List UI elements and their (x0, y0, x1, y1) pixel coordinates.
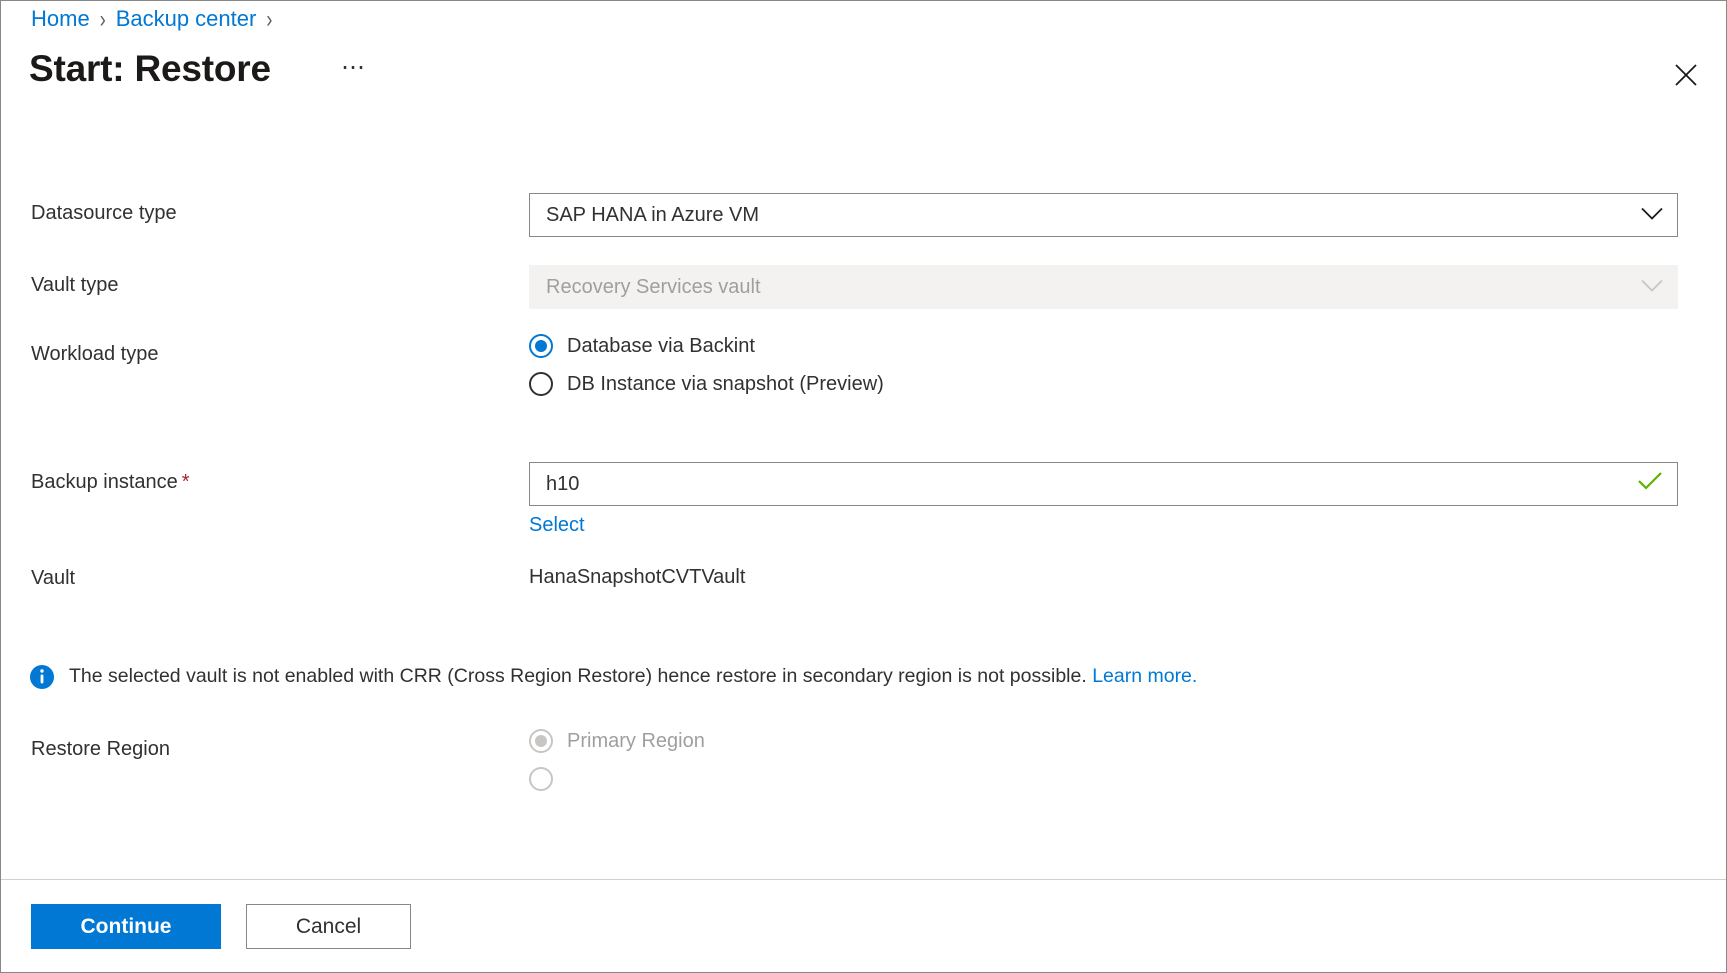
more-options-button[interactable]: ⋯ (337, 54, 371, 92)
page-title: Start: Restore (29, 48, 271, 89)
cancel-button[interactable]: Cancel (246, 904, 411, 949)
radio-label: Database via Backint (567, 334, 755, 357)
breadcrumb: Home › Backup center › (31, 4, 273, 32)
ellipsis-icon: ⋯ (341, 54, 367, 81)
check-icon (1637, 471, 1663, 497)
backup-instance-label: Backup instance * (31, 471, 190, 494)
radio-icon (529, 372, 553, 396)
chevron-right-icon: › (266, 4, 273, 32)
workload-type-label: Workload type (31, 343, 159, 365)
radio-icon (529, 334, 553, 358)
start-restore-blade: Home › Backup center › Start: Restore ⋯ … (0, 0, 1727, 973)
workload-type-radio-group: Database via Backint DB Instance via sna… (529, 334, 1678, 396)
radio-label: DB Instance via snapshot (Preview) (567, 372, 884, 395)
breadcrumb-item-backup-center[interactable]: Backup center (116, 6, 257, 32)
datasource-type-value: SAP HANA in Azure VM (546, 203, 760, 226)
backup-instance-label-text: Backup instance (31, 471, 178, 493)
restore-region-radio-group: Primary Region (529, 729, 1678, 791)
workload-type-option-db-instance-via-snapshot[interactable]: DB Instance via snapshot (Preview) (529, 372, 1678, 396)
datasource-type-dropdown[interactable]: SAP HANA in Azure VM (529, 193, 1678, 237)
restore-form: Datasource type SAP HANA in Azure VM Vau… (1, 151, 1726, 879)
vault-type-value: Recovery Services vault (546, 275, 761, 298)
restore-region-option-secondary-region[interactable] (529, 767, 1678, 791)
radio-icon (529, 729, 553, 753)
continue-button[interactable]: Continue (31, 904, 221, 949)
vault-value: HanaSnapshotCVTVault (529, 566, 746, 588)
chevron-down-icon (1641, 204, 1663, 227)
breadcrumb-item-home[interactable]: Home (31, 6, 90, 32)
backup-instance-input[interactable]: h10 (529, 462, 1678, 506)
vault-label: Vault (31, 567, 76, 589)
required-asterisk: * (181, 471, 190, 493)
crr-info-banner: The selected vault is not enabled with C… (29, 663, 1686, 690)
restore-region-label: Restore Region (31, 738, 170, 760)
crr-info-text: The selected vault is not enabled with C… (69, 663, 1197, 689)
vault-type-label: Vault type (31, 274, 119, 296)
backup-instance-value: h10 (546, 472, 580, 495)
crr-info-message: The selected vault is not enabled with C… (69, 665, 1087, 687)
datasource-type-label: Datasource type (31, 202, 177, 224)
info-icon (29, 664, 55, 690)
chevron-right-icon: › (99, 4, 106, 32)
close-blade-button[interactable] (1664, 53, 1708, 97)
blade-footer: Continue Cancel (1, 879, 1726, 972)
vault-type-dropdown: Recovery Services vault (529, 265, 1678, 309)
learn-more-link[interactable]: Learn more. (1092, 663, 1197, 689)
chevron-down-icon (1641, 276, 1663, 299)
radio-icon (529, 767, 553, 791)
restore-region-option-primary-region[interactable]: Primary Region (529, 729, 1678, 753)
backup-instance-select-link[interactable]: Select (529, 514, 585, 537)
radio-label: Primary Region (567, 729, 705, 752)
close-icon (1675, 64, 1697, 86)
workload-type-option-database-via-backint[interactable]: Database via Backint (529, 334, 1678, 358)
